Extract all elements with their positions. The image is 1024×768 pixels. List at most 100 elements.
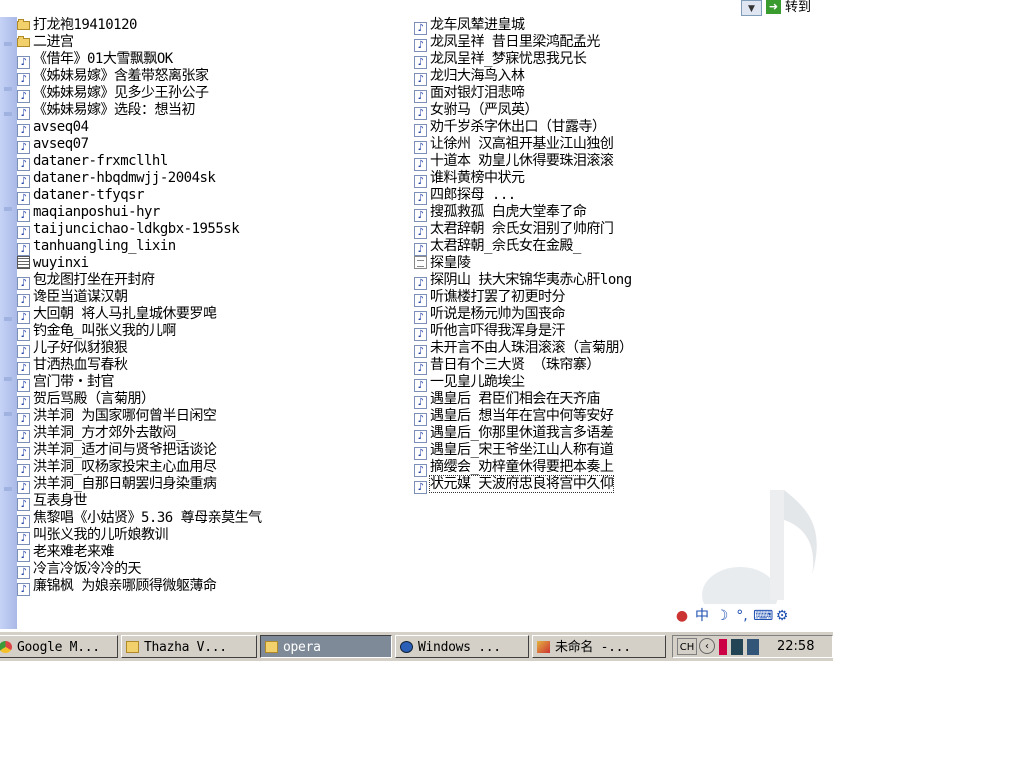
file-item[interactable]: ♪ 《姊妹易嫁》含羞带怒离张家 <box>17 68 412 86</box>
audio-file-icon: ♪ <box>17 515 30 528</box>
file-item[interactable]: ♪ 听他言吓得我浑身是汗 <box>414 323 714 341</box>
audio-file-icon: ♪ <box>414 22 427 35</box>
file-item[interactable]: ♪ 面对银灯泪悲啼 <box>414 85 714 103</box>
file-item[interactable]: ♪ taijuncichao-ldkgbx-1955sk <box>17 221 412 239</box>
file-item[interactable]: ♪ 一见皇儿跪埃尘 <box>414 374 714 392</box>
file-item[interactable]: ♪ 甘洒热血写春秋 <box>17 357 412 375</box>
color-balls-icon[interactable]: ● <box>673 607 691 625</box>
file-name: 龙车凤辇进皇城 <box>430 17 525 33</box>
file-item[interactable]: ♪ 探阴山 扶大宋锦华夷赤心肝long <box>414 272 714 290</box>
file-item[interactable]: ♪ 洪羊洞_适才间与贤爷把话谈论 <box>17 442 412 460</box>
file-item[interactable]: ♪ 宫门带・封官 <box>17 374 412 392</box>
file-item[interactable]: ♪ 洪羊洞_方才郊外去散闷_ <box>17 425 412 443</box>
file-item[interactable]: ♪ 洪羊洞_叹杨家投宋主心血用尽 <box>17 459 412 477</box>
go-label: 转到 <box>785 0 812 15</box>
file-item[interactable]: ♪ 太君辞朝 佘氏女泪别了帅府门 <box>414 221 714 239</box>
file-item[interactable]: ♪ 听说是杨元帅为国丧命 <box>414 306 714 324</box>
file-item[interactable]: ♪ 龙车凤辇进皇城 <box>414 17 714 35</box>
file-name: 太君辞朝 佘氏女泪别了帅府门 <box>430 221 614 237</box>
file-item[interactable]: ♪ tanhuangling_lixin <box>17 238 412 256</box>
file-item[interactable]: 探皇陵 <box>414 255 714 272</box>
file-item[interactable]: ♪ maqianposhui-hyr <box>17 204 412 222</box>
file-item[interactable]: ♪ 包龙图打坐在开封府 <box>17 272 412 290</box>
file-item[interactable]: ♪ 焦黎唱《小姑贤》5.36 尊母亲莫生气 <box>17 510 412 528</box>
file-name: 昔日有个三大贤 （珠帘寨） <box>430 357 600 373</box>
file-item[interactable]: ♪ 摘缨会_劝梓童休得要把本奏上 <box>414 459 714 477</box>
file-item[interactable]: ♪ 贺后骂殿（言菊朋） <box>17 391 412 409</box>
file-item[interactable]: ♪ avseq07 <box>17 136 412 154</box>
task-label: Thazha V... <box>144 640 227 655</box>
moon-icon[interactable]: ☽ <box>713 607 731 625</box>
show-hidden-icons-icon[interactable]: ‹ <box>699 638 715 654</box>
file-item[interactable]: ♪ 遇皇后 君臣们相会在天齐庙 <box>414 391 714 409</box>
file-name: 未开言不由人珠泪滚滚（言菊朋） <box>430 340 633 356</box>
file-item[interactable]: ♪ 龙凤呈祥 昔日里梁鸿配孟光 <box>414 34 714 52</box>
go-button[interactable]: ➜ 转到 <box>766 0 833 16</box>
file-item[interactable]: ♪ 谗臣当道谋汉朝 <box>17 289 412 307</box>
file-item[interactable]: ♪ 谁料黄榜中状元 <box>414 170 714 188</box>
file-item[interactable]: ♪ dataner-frxmcllhl <box>17 153 412 171</box>
file-item[interactable]: ♪ 《借年》01大雪飘飘OK <box>17 51 412 69</box>
file-item[interactable]: ♪ 《姊妹易嫁》见多少王孙公子 <box>17 85 412 103</box>
file-item[interactable]: wuyinxi <box>17 255 412 272</box>
file-name: 叫张义我的儿听娘教训 <box>33 527 169 543</box>
file-name: maqianposhui-hyr <box>33 204 160 220</box>
file-item[interactable]: ♪ 钓金龟_叫张义我的儿啊 <box>17 323 412 341</box>
file-item[interactable]: ♪ 龙归大海鸟入林 <box>414 68 714 86</box>
file-item[interactable]: ♪ 十道本 劝皇儿休得要珠泪滚滚 <box>414 153 714 171</box>
file-item[interactable]: ♪ 遇皇后 想当年在宫中何等安好 <box>414 408 714 426</box>
file-item[interactable]: ♪ 龙凤呈祥_梦寐忧思我兄长 <box>414 51 714 69</box>
file-item[interactable]: ♪ 冷言冷饭冷冷的天 <box>17 561 412 579</box>
file-item[interactable]: ♪ 儿子好似豺狼狠 <box>17 340 412 358</box>
file-item[interactable]: ♪ dataner-hbqdmwjj-2004sk <box>17 170 412 188</box>
file-item[interactable]: ♪ 让徐州 汉高祖开基业江山独创 <box>414 136 714 154</box>
file-item[interactable]: 二进宫 <box>17 34 412 51</box>
task-paint[interactable]: 未命名 -... <box>532 635 666 658</box>
file-item[interactable]: ♪ 大回朝 将人马扎皇城休要罗唣 <box>17 306 412 324</box>
file-item[interactable]: 打龙袍19410120 <box>17 17 412 34</box>
task-google-maps[interactable]: Google M... <box>0 635 118 658</box>
language-indicator[interactable]: CH <box>677 638 697 655</box>
keyboard-icon[interactable]: ⌨ <box>753 607 773 625</box>
file-item[interactable]: ♪ 女驸马（严凤英） <box>414 102 714 120</box>
chinese-mode-icon[interactable]: 中 <box>693 607 711 625</box>
settings-icon[interactable]: ⚙ <box>773 607 791 625</box>
file-item[interactable]: ♪ 《姊妹易嫁》选段：想当初 <box>17 102 412 120</box>
file-item[interactable]: ♪ avseq04 <box>17 119 412 137</box>
file-item[interactable]: ♪ 遇皇后_你那里休道我言多语差 <box>414 425 714 443</box>
file-item[interactable]: ♪ 叫张义我的儿听娘教训 <box>17 527 412 545</box>
file-name: 宫门带・封官 <box>33 374 115 390</box>
address-dropdown-button[interactable]: ▼ <box>741 0 762 16</box>
file-item[interactable]: ♪ 劝千岁杀字休出口（甘露寺） <box>414 119 714 137</box>
clock[interactable]: 22:58 <box>777 636 814 657</box>
file-item[interactable]: ♪ 廉锦枫 为娘亲哪顾得微躯薄命 <box>17 578 412 596</box>
file-item[interactable]: ♪ 听谯楼打罢了初更时分 <box>414 289 714 307</box>
audio-file-icon: ♪ <box>414 464 427 477</box>
file-item[interactable]: ♪ 搜孤救孤 白虎大堂奉了命 <box>414 204 714 222</box>
task-thazha[interactable]: Thazha V... <box>121 635 257 658</box>
explorer-task-pane[interactable] <box>0 17 17 629</box>
file-name: 儿子好似豺狼狠 <box>33 340 128 356</box>
task-windows-media-player[interactable]: Windows ... <box>395 635 529 658</box>
audio-file-icon: ♪ <box>17 345 30 358</box>
folder-icon <box>17 18 30 31</box>
file-item[interactable]: ♪ 老来难老来难 <box>17 544 412 562</box>
file-item[interactable]: ♪ 互表身世 <box>17 493 412 511</box>
file-item[interactable]: ♪ dataner-tfyqsr <box>17 187 412 205</box>
file-item[interactable]: ♪ 四郎探母 ... <box>414 187 714 205</box>
task-opera[interactable]: opera <box>260 635 392 658</box>
file-item[interactable]: ♪ 太君辞朝_佘氏女在金殿_ <box>414 238 714 256</box>
chrome-icon <box>0 641 12 653</box>
file-item[interactable]: ♪ 洪羊洞 为国家哪何曾半日闲空 <box>17 408 412 426</box>
file-name: 听说是杨元帅为国丧命 <box>430 306 566 322</box>
file-item[interactable]: ♪ 遇皇后_宋王爷坐江山人称有道 <box>414 442 714 460</box>
file-name: 听谯楼打罢了初更时分 <box>430 289 566 305</box>
file-item[interactable]: ♪ 状元媒 天波府忠良将宫中久仰 <box>414 475 714 494</box>
punctuation-icon[interactable]: °, <box>733 607 751 625</box>
file-item[interactable]: ♪ 未开言不由人珠泪滚滚（言菊朋） <box>414 340 714 358</box>
audio-file-icon: ♪ <box>17 566 30 579</box>
document-icon <box>414 256 427 269</box>
file-item[interactable]: ♪ 昔日有个三大贤 （珠帘寨） <box>414 357 714 375</box>
file-item[interactable]: ♪ 洪羊洞_自那日朝罢归身染重病 <box>17 476 412 494</box>
tray-icons[interactable] <box>719 639 769 655</box>
